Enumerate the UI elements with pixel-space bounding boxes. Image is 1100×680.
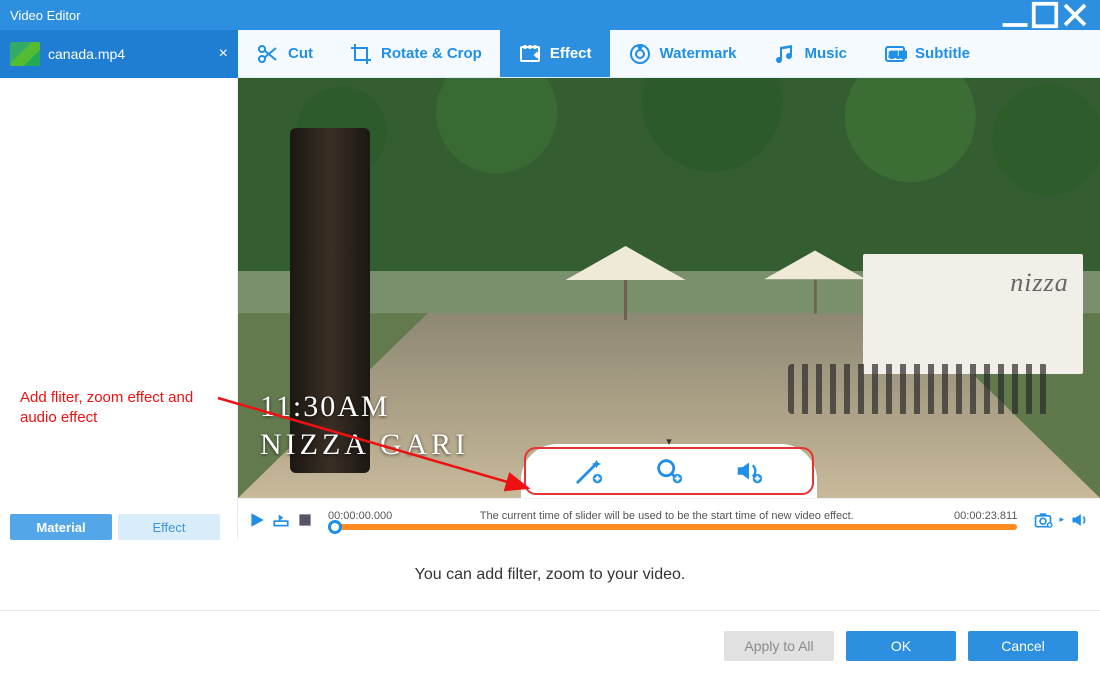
play-button[interactable] bbox=[248, 511, 266, 529]
toolbar-row: canada.mp4 × Cut Rotate & Crop Effect Wa… bbox=[0, 30, 1100, 78]
stop-icon bbox=[296, 511, 314, 529]
preview-panel: nizza 11:30AM NIZZA GARI ▾ bbox=[238, 78, 1100, 540]
zoom-icon bbox=[654, 456, 684, 486]
close-button[interactable] bbox=[1060, 0, 1090, 30]
file-close-button[interactable]: × bbox=[219, 45, 228, 63]
main-message: You can add filter, zoom to your video. bbox=[0, 540, 1100, 610]
annotation-text: Add fliter, zoom effect and audio effect bbox=[20, 388, 220, 429]
tab-label: Subtitle bbox=[915, 45, 970, 62]
tab-label: Music bbox=[805, 45, 848, 62]
overlay-time-text: 11:30AM bbox=[260, 390, 390, 424]
magic-wand-icon bbox=[574, 456, 604, 486]
tab-label: Watermark bbox=[660, 45, 737, 62]
add-filter-button[interactable] bbox=[569, 451, 609, 491]
slider-hint: The current time of slider will be used … bbox=[406, 510, 927, 522]
crop-icon bbox=[349, 42, 373, 66]
maximize-button[interactable] bbox=[1030, 0, 1060, 30]
file-thumbnail-icon bbox=[10, 42, 40, 66]
apply-to-all-button[interactable]: Apply to All bbox=[724, 631, 834, 661]
add-audio-effect-button[interactable] bbox=[729, 451, 769, 491]
tab-watermark[interactable]: Watermark bbox=[610, 30, 755, 77]
svg-text:SUB: SUB bbox=[889, 50, 907, 60]
subtitle-icon: SUB bbox=[883, 42, 907, 66]
minimize-button[interactable] bbox=[1000, 0, 1030, 30]
snapshot-button[interactable] bbox=[1033, 510, 1053, 530]
close-icon bbox=[1060, 0, 1090, 30]
minimize-icon bbox=[1000, 0, 1030, 30]
ok-button[interactable]: OK bbox=[846, 631, 956, 661]
sidebar: Add fliter, zoom effect and audio effect… bbox=[0, 78, 238, 540]
tab-label: Rotate & Crop bbox=[381, 45, 482, 62]
file-name: canada.mp4 bbox=[48, 46, 125, 62]
titlebar: Video Editor bbox=[0, 0, 1100, 30]
step-button[interactable] bbox=[272, 511, 290, 529]
effect-popup: ▾ bbox=[521, 444, 817, 498]
step-icon bbox=[272, 511, 290, 529]
tab-cut[interactable]: Cut bbox=[238, 30, 331, 77]
tab-rotate-crop[interactable]: Rotate & Crop bbox=[331, 30, 500, 77]
chevron-down-icon[interactable]: ▾ bbox=[666, 435, 672, 448]
music-icon bbox=[773, 42, 797, 66]
total-time: 00:00:23.811 bbox=[927, 510, 1017, 522]
window-title: Video Editor bbox=[10, 8, 1000, 23]
add-zoom-button[interactable] bbox=[649, 451, 689, 491]
overlay-place-text: NIZZA GARI bbox=[260, 428, 469, 462]
main-area: Add fliter, zoom effect and audio effect… bbox=[0, 78, 1100, 540]
volume-button[interactable] bbox=[1070, 510, 1090, 530]
sidebar-tab-label: Material bbox=[36, 520, 85, 535]
watermark-icon bbox=[628, 42, 652, 66]
tab-label: Effect bbox=[550, 45, 592, 62]
current-time: 00:00:00.000 bbox=[328, 510, 406, 522]
sidebar-tab-label: Effect bbox=[152, 520, 185, 535]
snapshot-caret[interactable]: ▸ bbox=[1059, 514, 1064, 525]
seek-thumb[interactable] bbox=[328, 520, 342, 534]
button-label: OK bbox=[891, 638, 911, 654]
tab-subtitle[interactable]: SUB Subtitle bbox=[865, 30, 988, 77]
play-icon bbox=[248, 511, 266, 529]
sidebar-tab-material[interactable]: Material bbox=[10, 514, 112, 540]
tab-label: Cut bbox=[288, 45, 313, 62]
file-tab[interactable]: canada.mp4 × bbox=[0, 30, 238, 78]
tab-effect[interactable]: Effect bbox=[500, 30, 610, 77]
playback-controls: 00:00:00.000 The current time of slider … bbox=[238, 498, 1100, 540]
cancel-button[interactable]: Cancel bbox=[968, 631, 1078, 661]
scissors-icon bbox=[256, 42, 280, 66]
video-preview[interactable]: nizza 11:30AM NIZZA GARI ▾ bbox=[238, 78, 1100, 498]
maximize-icon bbox=[1030, 0, 1060, 30]
sidebar-tab-effect[interactable]: Effect bbox=[118, 514, 220, 540]
tab-music[interactable]: Music bbox=[755, 30, 866, 77]
seek-slider[interactable] bbox=[328, 524, 1017, 530]
footer: Apply to All OK Cancel bbox=[0, 610, 1100, 680]
effect-icon bbox=[518, 42, 542, 66]
speaker-icon bbox=[734, 456, 764, 486]
scene-wall-brand: nizza bbox=[1010, 268, 1068, 298]
stop-button[interactable] bbox=[296, 511, 314, 529]
tool-tabs: Cut Rotate & Crop Effect Watermark Music… bbox=[238, 30, 1100, 78]
button-label: Apply to All bbox=[744, 638, 813, 654]
sidebar-tabs: Material Effect bbox=[10, 514, 220, 540]
button-label: Cancel bbox=[1001, 638, 1045, 654]
